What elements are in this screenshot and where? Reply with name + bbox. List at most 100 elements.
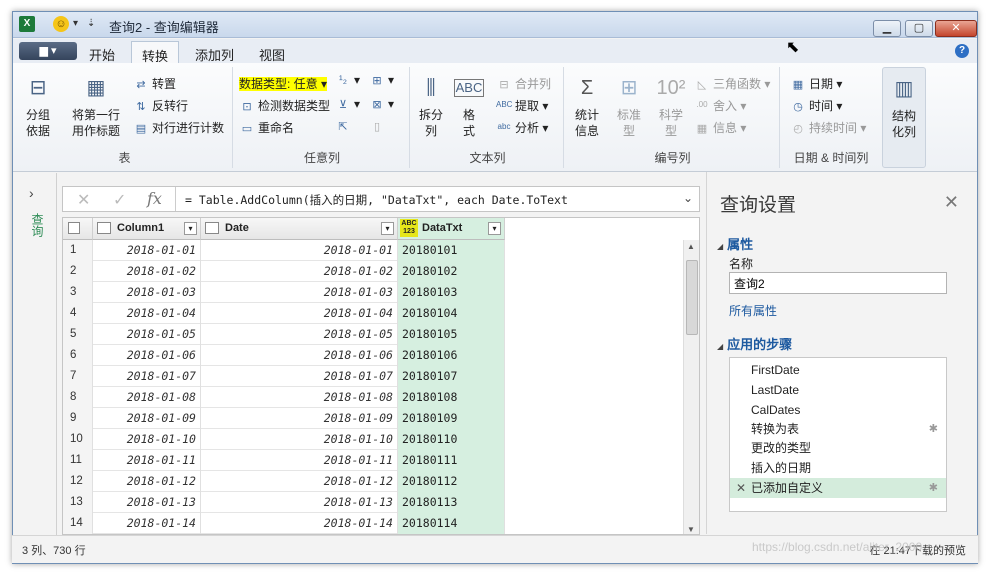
step-item[interactable]: 更改的类型: [730, 438, 946, 458]
fill-button[interactable]: ⊞ ▾: [369, 73, 394, 88]
cell-column1[interactable]: 2018-01-13: [93, 492, 201, 513]
table-row[interactable]: 11 2018-01-11 2018-01-11 20180111: [63, 450, 505, 471]
table-row[interactable]: 6 2018-01-06 2018-01-06 20180106: [63, 345, 505, 366]
table-row[interactable]: 14 2018-01-14 2018-01-14 20180114: [63, 513, 505, 534]
scroll-thumb[interactable]: [686, 260, 698, 335]
query-name-input[interactable]: [729, 272, 947, 294]
close-button[interactable]: ✕: [935, 20, 977, 37]
cell-date[interactable]: 2018-01-04: [201, 303, 398, 324]
extract-button[interactable]: ABC 提取 ▾: [496, 97, 548, 114]
scientific-button[interactable]: 10² 科学 型: [652, 73, 690, 139]
cell-date[interactable]: 2018-01-06: [201, 345, 398, 366]
expand-chevron-icon[interactable]: ›: [29, 185, 34, 201]
cell-column1[interactable]: 2018-01-12: [93, 471, 201, 492]
cell-column1[interactable]: 2018-01-11: [93, 450, 201, 471]
cell-column1[interactable]: 2018-01-01: [93, 240, 201, 261]
table-row[interactable]: 3 2018-01-03 2018-01-03 20180103: [63, 282, 505, 303]
delete-step-icon[interactable]: ✕: [736, 478, 746, 498]
cell-column1[interactable]: 2018-01-03: [93, 282, 201, 303]
cell-datatxt[interactable]: 20180113: [398, 492, 505, 513]
table-row[interactable]: 2 2018-01-02 2018-01-02 20180102: [63, 261, 505, 282]
table-row[interactable]: 4 2018-01-04 2018-01-04 20180104: [63, 303, 505, 324]
cell-column1[interactable]: 2018-01-06: [93, 345, 201, 366]
file-menu-button[interactable]: ▆ ▾: [19, 42, 77, 60]
cell-datatxt[interactable]: 20180104: [398, 303, 505, 324]
row-number[interactable]: 1: [63, 240, 93, 261]
cell-datatxt[interactable]: 20180101: [398, 240, 505, 261]
row-number[interactable]: 13: [63, 492, 93, 513]
group-by-button[interactable]: ⊟ 分组 依据: [21, 73, 55, 139]
cell-datatxt[interactable]: 20180114: [398, 513, 505, 534]
information-button[interactable]: ▦ 信息 ▾: [694, 119, 747, 136]
cell-column1[interactable]: 2018-01-10: [93, 429, 201, 450]
row-number[interactable]: 6: [63, 345, 93, 366]
cell-datatxt[interactable]: 20180103: [398, 282, 505, 303]
cell-column1[interactable]: 2018-01-14: [93, 513, 201, 534]
cell-datatxt[interactable]: 20180110: [398, 429, 505, 450]
cell-column1[interactable]: 2018-01-04: [93, 303, 201, 324]
cancel-formula-icon[interactable]: ✕: [77, 190, 90, 210]
scroll-up-icon[interactable]: ▲: [687, 242, 695, 251]
column-header-datatxt[interactable]: ABC 123 DataTxt ▾: [398, 218, 505, 240]
cell-column1[interactable]: 2018-01-02: [93, 261, 201, 282]
feedback-smiley-icon[interactable]: ☺: [53, 16, 69, 32]
step-item[interactable]: 插入的日期: [730, 458, 946, 478]
cell-date[interactable]: 2018-01-05: [201, 324, 398, 345]
table-row[interactable]: 13 2018-01-13 2018-01-13 20180113: [63, 492, 505, 513]
excel-icon[interactable]: X: [19, 16, 35, 32]
pivot-column-button[interactable]: ⊠ ▾: [369, 97, 394, 112]
fill-down-button[interactable]: ⊻ ▾: [335, 97, 360, 112]
cell-date[interactable]: 2018-01-07: [201, 366, 398, 387]
move-button[interactable]: ⇱: [335, 119, 354, 134]
maximize-button[interactable]: ▢: [905, 20, 933, 37]
cell-date[interactable]: 2018-01-02: [201, 261, 398, 282]
row-number[interactable]: 11: [63, 450, 93, 471]
quick-access-customize-icon[interactable]: ⇣: [87, 18, 95, 29]
cell-date[interactable]: 2018-01-08: [201, 387, 398, 408]
count-rows-button[interactable]: ▤ 对行进行计数: [133, 119, 224, 136]
date-filter-icon[interactable]: ▾: [381, 222, 394, 235]
queries-pane-label[interactable]: 查询: [29, 213, 46, 237]
applied-steps-section-header[interactable]: ◢ 应用的步骤: [717, 334, 792, 353]
row-number[interactable]: 2: [63, 261, 93, 282]
column-header-date[interactable]: Date ▾: [201, 218, 398, 240]
table-row[interactable]: 12 2018-01-12 2018-01-12 20180112: [63, 471, 505, 492]
fx-icon[interactable]: fx: [147, 189, 162, 208]
table-row[interactable]: 9 2018-01-09 2018-01-09 20180109: [63, 408, 505, 429]
cell-datatxt[interactable]: 20180105: [398, 324, 505, 345]
column-header-column1[interactable]: Column1 ▾: [93, 218, 201, 240]
row-number[interactable]: 9: [63, 408, 93, 429]
cell-datatxt[interactable]: 20180108: [398, 387, 505, 408]
parse-button[interactable]: abc 分析 ▾: [496, 119, 549, 136]
cell-column1[interactable]: 2018-01-09: [93, 408, 201, 429]
table-row[interactable]: 7 2018-01-07 2018-01-07 20180107: [63, 366, 505, 387]
all-properties-link[interactable]: 所有属性: [729, 302, 777, 319]
step-item[interactable]: CalDates: [730, 400, 946, 420]
replace-values-button[interactable]: ¹₂ ▾: [335, 73, 360, 88]
transpose-button[interactable]: ⇄ 转置: [133, 75, 176, 92]
cell-datatxt[interactable]: 20180107: [398, 366, 505, 387]
use-first-row-button[interactable]: ▦ 将第一行 用作标题: [65, 73, 127, 139]
format-button[interactable]: ABC 格 式: [452, 73, 486, 139]
row-number[interactable]: 3: [63, 282, 93, 303]
data-type-dropdown[interactable]: 数据类型: 任意 ▾: [239, 75, 328, 92]
date-button[interactable]: ▦ 日期 ▾: [790, 75, 843, 92]
detect-data-type-button[interactable]: ⊡ 检测数据类型: [239, 97, 330, 114]
split-column-button[interactable]: ⫼ 拆分 列: [414, 73, 448, 139]
rounding-button[interactable]: .00 舍入 ▾: [694, 97, 746, 114]
expand-formula-icon[interactable]: ⌄: [683, 191, 693, 205]
accept-formula-icon[interactable]: ✓: [113, 190, 126, 210]
cell-date[interactable]: 2018-01-10: [201, 429, 398, 450]
table-menu-button[interactable]: [63, 218, 93, 240]
duration-button[interactable]: ◴ 持续时间 ▾: [790, 119, 866, 136]
step-item-selected[interactable]: ✕ 已添加自定义 ✱: [730, 478, 946, 498]
row-number[interactable]: 14: [63, 513, 93, 534]
reverse-rows-button[interactable]: ⇅ 反转行: [133, 97, 188, 114]
tab-home[interactable]: 开始: [79, 41, 125, 63]
cell-date[interactable]: 2018-01-09: [201, 408, 398, 429]
tab-transform[interactable]: 转换: [131, 41, 180, 64]
cell-column1[interactable]: 2018-01-05: [93, 324, 201, 345]
table-row[interactable]: 8 2018-01-08 2018-01-08 20180108: [63, 387, 505, 408]
cell-date[interactable]: 2018-01-13: [201, 492, 398, 513]
cell-date[interactable]: 2018-01-14: [201, 513, 398, 534]
